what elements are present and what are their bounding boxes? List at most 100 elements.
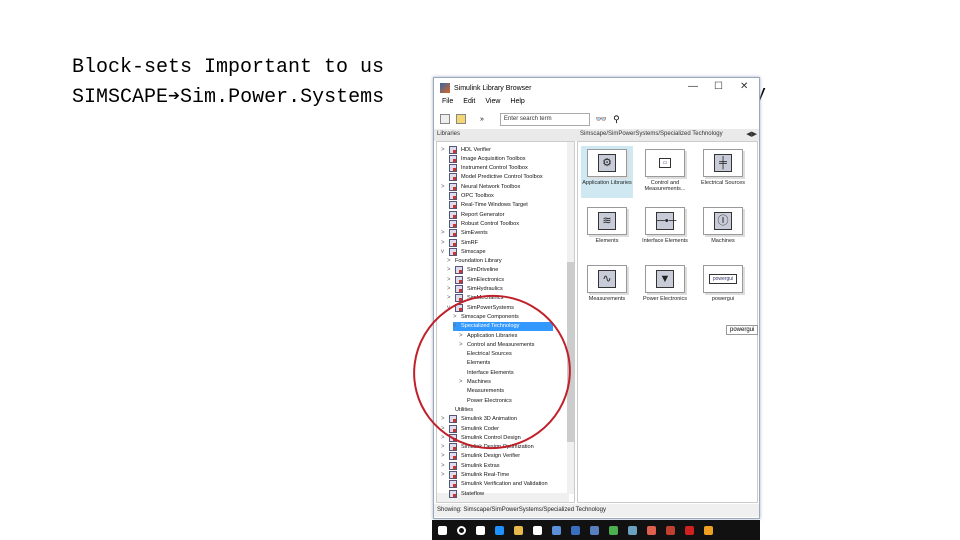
- search-input[interactable]: Enter search term: [499, 112, 590, 126]
- tree-item[interactable]: Image Acquisition Toolbox: [441, 154, 526, 163]
- minimize-button[interactable]: —: [688, 81, 698, 92]
- taskbar-app-icon[interactable]: [495, 525, 504, 535]
- expand-chevron-icon[interactable]: >: [441, 453, 449, 459]
- tree-item[interactable]: > SimDriveline: [447, 266, 498, 275]
- taskbar-app-icon[interactable]: [666, 525, 675, 535]
- tree-item[interactable]: > Simulink Design Optimization: [441, 443, 534, 452]
- tree-item[interactable]: > SimElectronics: [447, 275, 504, 284]
- expand-chevron-icon[interactable]: >: [459, 342, 467, 348]
- open-folder-icon[interactable]: [456, 114, 466, 124]
- binoculars-search-icon[interactable]: 👓: [596, 114, 607, 125]
- taskbar-app-icon[interactable]: [609, 525, 618, 535]
- expand-chevron-icon[interactable]: v: [441, 249, 449, 255]
- menu-file[interactable]: File: [442, 98, 453, 109]
- tree-item[interactable]: > HDL Verifier: [441, 145, 491, 154]
- tree-vertical-scrollbar[interactable]: [567, 142, 574, 494]
- menu-help[interactable]: Help: [510, 98, 524, 109]
- tree-item[interactable]: Elements: [459, 359, 490, 368]
- tree-item[interactable]: Simulink Verification and Validation: [441, 480, 548, 489]
- tree-item[interactable]: v Specialized Technology: [453, 321, 553, 331]
- expand-chevron-icon[interactable]: >: [441, 444, 449, 450]
- taskbar-app-icon[interactable]: [514, 525, 523, 535]
- tree-item[interactable]: Stateflow: [441, 489, 484, 498]
- tree-item[interactable]: OPC Toolbox: [441, 192, 494, 201]
- tree-item[interactable]: v Simscape: [441, 247, 486, 256]
- tree-item[interactable]: > SimMechanics: [447, 294, 503, 303]
- menu-edit[interactable]: Edit: [463, 98, 475, 109]
- tree-item[interactable]: Utilities: [447, 405, 473, 414]
- taskbar-app-icon[interactable]: [628, 525, 637, 535]
- expand-chevron-icon[interactable]: >: [447, 286, 455, 292]
- path-nav-arrows[interactable]: ◀▶: [746, 130, 757, 138]
- tree-item[interactable]: > SimEvents: [441, 229, 488, 238]
- search-options-icon[interactable]: ⚲: [613, 114, 620, 125]
- tree-item[interactable]: > Simulink Design Verifier: [441, 452, 520, 461]
- new-model-icon[interactable]: [440, 114, 450, 124]
- expand-chevron-icon[interactable]: v: [453, 323, 461, 329]
- expand-chevron-icon[interactable]: >: [441, 184, 449, 190]
- tree-item[interactable]: Electrical Sources: [459, 350, 512, 359]
- taskbar-app-icon[interactable]: [647, 525, 656, 535]
- tree-item[interactable]: Report Generator: [441, 210, 505, 219]
- library-block[interactable]: ▭ Control and Measurements...: [639, 146, 691, 198]
- maximize-button[interactable]: ☐: [714, 81, 723, 92]
- taskbar-app-icon[interactable]: [457, 525, 466, 535]
- expand-chevron-icon[interactable]: >: [441, 147, 449, 153]
- expand-chevron-icon[interactable]: >: [441, 472, 449, 478]
- tree-item[interactable]: Instrument Control Toolbox: [441, 164, 528, 173]
- expand-chevron-icon[interactable]: >: [441, 240, 449, 246]
- library-block[interactable]: ≋ Elements: [581, 204, 633, 256]
- library-block[interactable]: Ⓘ Machines: [697, 204, 749, 256]
- tree-item[interactable]: Model Predictive Control Toolbox: [441, 173, 543, 182]
- menu-view[interactable]: View: [485, 98, 500, 109]
- tree-item[interactable]: v SimPowerSystems: [447, 303, 514, 312]
- tree-item[interactable]: > Application Libraries: [459, 331, 517, 340]
- expand-chevron-icon[interactable]: >: [447, 277, 455, 283]
- taskbar-app-icon[interactable]: [704, 525, 713, 535]
- expand-chevron-icon[interactable]: >: [459, 333, 467, 339]
- tree-item[interactable]: Power Electronics: [459, 396, 512, 405]
- expand-chevron-icon[interactable]: >: [441, 426, 449, 432]
- taskbar-app-icon[interactable]: [590, 525, 599, 535]
- taskbar-app-icon[interactable]: [685, 525, 694, 535]
- tree-item[interactable]: > SimRF: [441, 238, 478, 247]
- library-block[interactable]: powergui powergui: [697, 262, 749, 314]
- expand-chevron-icon[interactable]: >: [447, 295, 455, 301]
- library-block[interactable]: ▼ Power Electronics: [639, 262, 691, 314]
- tree-item[interactable]: Robust Control Toolbox: [441, 219, 519, 228]
- tree-item[interactable]: Measurements: [459, 387, 504, 396]
- more-tools-button[interactable]: »: [480, 116, 484, 123]
- taskbar-app-icon[interactable]: [571, 525, 580, 535]
- tree-item[interactable]: > Machines: [459, 378, 491, 387]
- tree-item[interactable]: > Simulink Extras: [441, 461, 500, 470]
- expand-chevron-icon[interactable]: >: [441, 230, 449, 236]
- expand-chevron-icon[interactable]: >: [447, 267, 455, 273]
- expand-chevron-icon[interactable]: >: [441, 416, 449, 422]
- tree-item[interactable]: > SimHydraulics: [447, 285, 503, 294]
- tree-item[interactable]: > Simscape Components: [453, 312, 519, 321]
- library-block[interactable]: ╪ Electrical Sources: [697, 146, 749, 198]
- expand-chevron-icon[interactable]: >: [441, 435, 449, 441]
- tree-item[interactable]: > Neural Network Toolbox: [441, 182, 520, 191]
- expand-chevron-icon[interactable]: >: [441, 463, 449, 469]
- close-button[interactable]: ✕: [740, 81, 748, 92]
- tree-item[interactable]: Interface Elements: [459, 368, 514, 377]
- library-block[interactable]: ∿ Measurements: [581, 262, 633, 314]
- tree-item[interactable]: > Simulink Coder: [441, 424, 499, 433]
- tree-item[interactable]: > Simulink Control Design: [441, 433, 521, 442]
- library-block[interactable]: ─•─ Interface Elements: [639, 204, 691, 256]
- tree-item[interactable]: > Foundation Library: [447, 257, 502, 266]
- expand-chevron-icon[interactable]: >: [447, 258, 455, 264]
- library-block[interactable]: ⚙ Application Libraries: [581, 146, 633, 198]
- tree-item[interactable]: Real-Time Windows Target: [441, 201, 528, 210]
- tree-item[interactable]: > Simulink Real-Time: [441, 471, 509, 480]
- expand-chevron-icon[interactable]: >: [459, 379, 467, 385]
- tree-item[interactable]: > Control and Measurements: [459, 340, 534, 349]
- expand-chevron-icon[interactable]: v: [447, 305, 455, 311]
- tree-item[interactable]: > Simulink 3D Animation: [441, 415, 517, 424]
- taskbar-app-icon[interactable]: [476, 525, 485, 535]
- taskbar-app-icon[interactable]: [552, 525, 561, 535]
- expand-chevron-icon[interactable]: >: [453, 314, 461, 320]
- taskbar-app-icon[interactable]: [533, 525, 542, 535]
- start-button-icon[interactable]: [438, 525, 447, 535]
